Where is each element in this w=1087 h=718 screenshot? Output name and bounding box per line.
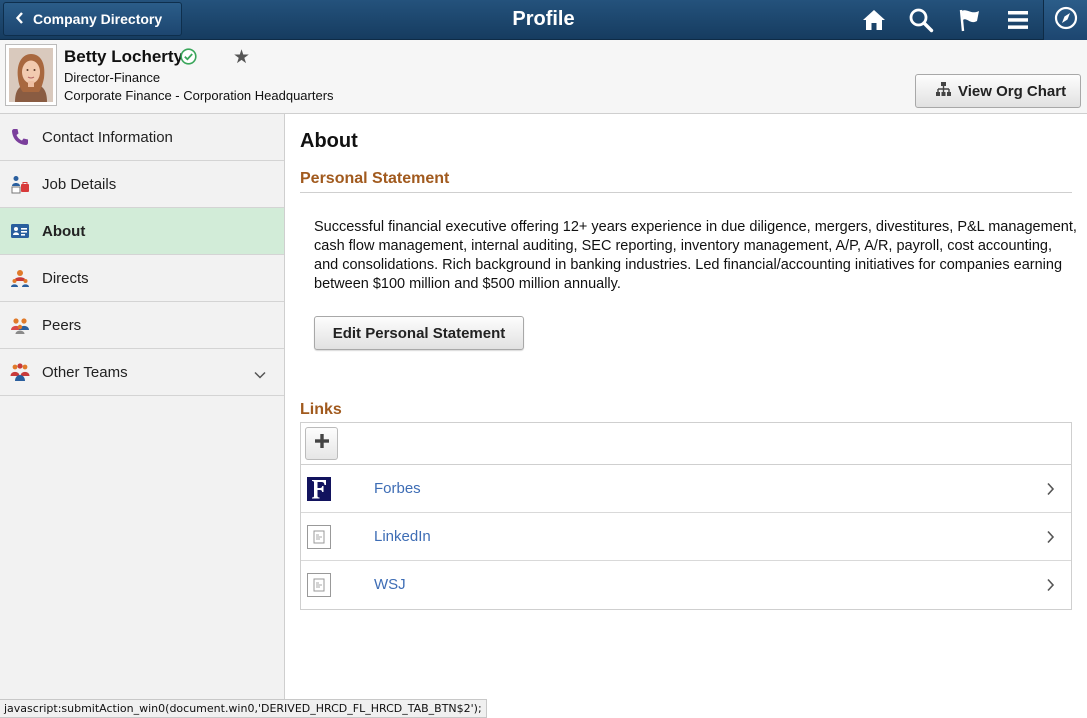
avatar (5, 44, 57, 106)
menu-icon[interactable] (1004, 6, 1032, 34)
back-button[interactable]: Company Directory (3, 2, 182, 36)
chevron-right-icon[interactable] (1046, 578, 1055, 597)
sidebar-item-label: Contact Information (42, 128, 173, 146)
org-chart-icon (935, 81, 958, 101)
links-grid: Forbes LinkedIn WSJ (300, 422, 1072, 610)
browser-status-bar: javascript:submitAction_win0(document.wi… (0, 699, 487, 718)
links-heading: Links (300, 401, 342, 418)
home-icon[interactable] (860, 6, 888, 34)
add-link-button[interactable] (305, 427, 338, 460)
broken-image-icon (307, 525, 331, 549)
top-banner: Company Directory Profile (0, 0, 1087, 40)
sidebar-item-about[interactable]: About (0, 208, 284, 255)
link-label[interactable]: LinkedIn (374, 528, 431, 545)
link-label[interactable]: WSJ (374, 576, 406, 593)
flag-icon[interactable] (956, 6, 984, 34)
search-icon[interactable] (907, 6, 935, 34)
personal-statement-heading: Personal Statement (300, 170, 1072, 193)
sidebar-item-job-details[interactable]: Job Details (0, 161, 284, 208)
sidebar-item-label: About (42, 222, 86, 240)
sidebar-item-label: Other Teams (42, 363, 128, 381)
chevron-right-icon[interactable] (1046, 530, 1055, 549)
sidebar-item-directs[interactable]: Directs (0, 255, 284, 302)
chevron-right-icon[interactable] (1046, 482, 1055, 501)
teams-icon (10, 362, 30, 382)
back-button-label: Company Directory (33, 11, 163, 27)
job-details-icon (10, 174, 30, 194)
sidebar-item-label: Directs (42, 269, 89, 287)
phone-icon (10, 127, 30, 147)
sidebar-item-contact-information[interactable]: Contact Information (0, 114, 284, 161)
navbar-button[interactable] (1043, 0, 1087, 40)
link-row-linkedin[interactable]: LinkedIn (301, 513, 1071, 561)
directs-icon (10, 268, 30, 288)
navbar-icon (1054, 6, 1078, 35)
peers-icon (10, 315, 30, 335)
link-label[interactable]: Forbes (374, 480, 421, 497)
link-row-wsj[interactable]: WSJ (301, 561, 1071, 609)
chevron-left-icon (15, 11, 24, 27)
view-org-chart-button[interactable]: View Org Chart (915, 74, 1081, 108)
main-content: About Personal Statement Successful fina… (286, 114, 1087, 718)
edit-personal-statement-button[interactable]: Edit Personal Statement (314, 316, 524, 350)
employee-title: Director-Finance (64, 70, 161, 85)
status-available-icon (180, 48, 197, 70)
section-title: About (300, 130, 358, 152)
links-toolbar (301, 423, 1071, 465)
profile-header: Betty Locherty ★ Director-Finance Corpor… (0, 40, 1087, 114)
employee-name: Betty Locherty (64, 47, 184, 66)
broken-image-icon (307, 573, 331, 597)
employee-department: Corporate Finance - Corporation Headquar… (64, 88, 334, 103)
sidebar: Contact Information Job Details About Di… (0, 114, 285, 718)
chevron-down-icon[interactable] (254, 366, 266, 383)
favorite-star-icon[interactable]: ★ (233, 46, 250, 69)
link-row-forbes[interactable]: Forbes (301, 465, 1071, 513)
view-org-chart-label: View Org Chart (958, 82, 1067, 100)
forbes-logo-icon (307, 477, 331, 501)
about-card-icon (10, 221, 30, 241)
plus-icon (314, 433, 330, 454)
sidebar-item-label: Job Details (42, 175, 117, 193)
personal-statement-text: Successful financial executive offering … (314, 219, 1077, 292)
sidebar-item-other-teams[interactable]: Other Teams (0, 349, 284, 396)
sidebar-item-peers[interactable]: Peers (0, 302, 284, 349)
sidebar-item-label: Peers (42, 316, 82, 334)
